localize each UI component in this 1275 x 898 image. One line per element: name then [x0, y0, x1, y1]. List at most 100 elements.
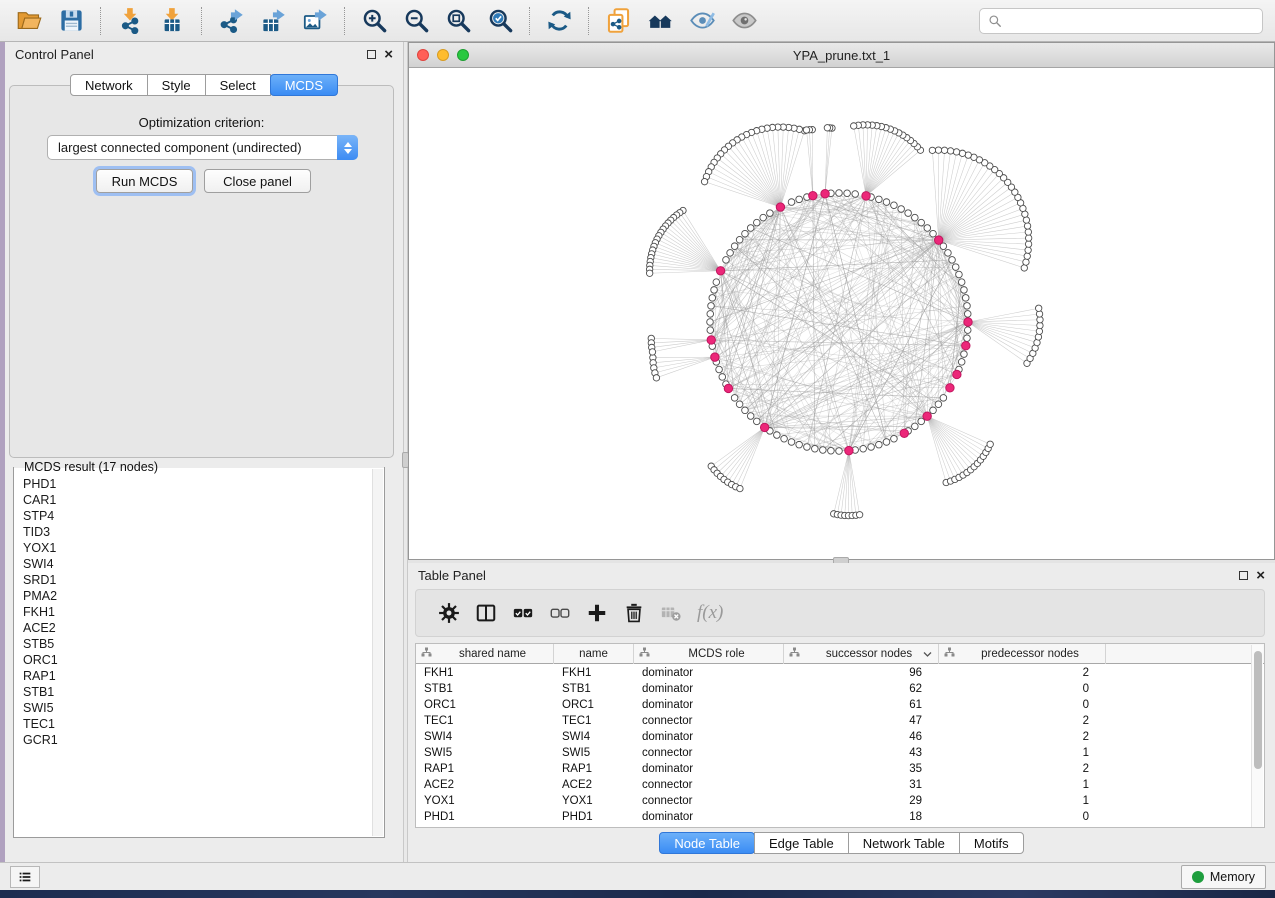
- table-cell-name[interactable]: ORC1: [554, 697, 634, 713]
- network-node[interactable]: [929, 147, 935, 153]
- network-node[interactable]: [958, 279, 965, 286]
- task-history-button[interactable]: [10, 866, 40, 888]
- table-cell-mcds_role[interactable]: dominator: [634, 665, 784, 681]
- network-node[interactable]: [820, 447, 827, 454]
- network-node[interactable]: [961, 351, 968, 358]
- network-node[interactable]: [719, 374, 726, 381]
- network-node[interactable]: [947, 148, 953, 154]
- table-cell-shared_name[interactable]: FKH1: [416, 665, 554, 681]
- network-node[interactable]: [774, 432, 781, 439]
- table-cell-mcds_role[interactable]: connector: [634, 713, 784, 729]
- network-node[interactable]: [716, 366, 723, 373]
- network-node[interactable]: [956, 271, 963, 278]
- mcds-hub-node[interactable]: [716, 267, 724, 275]
- network-node[interactable]: [646, 270, 652, 276]
- mcds-result-node[interactable]: SWI5: [23, 700, 372, 716]
- network-node[interactable]: [760, 214, 767, 221]
- network-node[interactable]: [883, 439, 890, 446]
- table-cell-successor_nodes[interactable]: 35: [784, 761, 939, 777]
- network-node[interactable]: [753, 418, 760, 425]
- network-node[interactable]: [924, 225, 931, 232]
- network-node[interactable]: [707, 311, 714, 318]
- show-all-icon[interactable]: [729, 6, 759, 36]
- table-cell-mcds_role[interactable]: connector: [634, 777, 784, 793]
- network-node[interactable]: [1025, 247, 1031, 253]
- table-row[interactable]: RAP1RAP1dominator352: [416, 761, 1264, 777]
- tab-network[interactable]: Network: [70, 74, 148, 96]
- table-cell-predecessor_nodes[interactable]: 2: [939, 665, 1106, 681]
- network-node[interactable]: [653, 375, 659, 381]
- network-node[interactable]: [952, 264, 959, 271]
- mcds-hub-node[interactable]: [934, 236, 942, 244]
- network-node[interactable]: [836, 190, 843, 197]
- network-node[interactable]: [891, 202, 898, 209]
- network-node[interactable]: [736, 401, 743, 408]
- mcds-hub-node[interactable]: [962, 342, 970, 350]
- table-cell-successor_nodes[interactable]: 96: [784, 665, 939, 681]
- table-row[interactable]: STB1STB1dominator620: [416, 681, 1264, 697]
- network-node[interactable]: [1023, 259, 1029, 265]
- scrollbar-thumb[interactable]: [1254, 651, 1262, 769]
- mcds-hub-node[interactable]: [946, 384, 954, 392]
- mcds-hub-node[interactable]: [900, 429, 908, 437]
- network-node[interactable]: [905, 210, 912, 217]
- mcds-result-node[interactable]: FKH1: [23, 604, 372, 620]
- network-node[interactable]: [1025, 235, 1031, 241]
- network-graph[interactable]: [409, 68, 1274, 559]
- network-node[interactable]: [804, 444, 811, 451]
- mcds-result-node[interactable]: STP4: [23, 508, 372, 524]
- table-cell-mcds_role[interactable]: dominator: [634, 729, 784, 745]
- column-header-successor-nodes[interactable]: successor nodes: [784, 644, 939, 664]
- table-cell-successor_nodes[interactable]: 46: [784, 729, 939, 745]
- network-node[interactable]: [961, 287, 968, 294]
- network-node[interactable]: [707, 327, 714, 334]
- table-row[interactable]: SWI5SWI5connector431: [416, 745, 1264, 761]
- network-node[interactable]: [852, 191, 859, 198]
- network-node[interactable]: [962, 295, 969, 302]
- mcds-hub-node[interactable]: [809, 191, 817, 199]
- mcds-hub-node[interactable]: [711, 353, 719, 361]
- table-row[interactable]: TEC1TEC1connector472: [416, 713, 1264, 729]
- table-cell-mcds_role[interactable]: dominator: [634, 809, 784, 825]
- network-node[interactable]: [747, 413, 754, 420]
- network-node[interactable]: [1025, 241, 1031, 247]
- network-node[interactable]: [964, 327, 971, 334]
- first-neighbors-icon[interactable]: [645, 6, 675, 36]
- network-node[interactable]: [898, 206, 905, 213]
- network-node[interactable]: [731, 395, 738, 402]
- network-node[interactable]: [742, 230, 749, 237]
- mcds-hub-node[interactable]: [724, 384, 732, 392]
- mcds-hub-node[interactable]: [707, 336, 715, 344]
- tab-motifs[interactable]: Motifs: [959, 832, 1024, 854]
- table-cell-shared_name[interactable]: YOX1: [416, 793, 554, 809]
- network-node[interactable]: [742, 407, 749, 414]
- mcds-hub-node[interactable]: [862, 192, 870, 200]
- network-node[interactable]: [727, 250, 734, 257]
- network-node[interactable]: [987, 441, 993, 447]
- mcds-hub-node[interactable]: [845, 446, 853, 454]
- network-node[interactable]: [753, 219, 760, 226]
- table-cell-predecessor_nodes[interactable]: 1: [939, 777, 1106, 793]
- mcds-result-list[interactable]: PHD1CAR1STP4TID3YOX1SWI4SRD1PMA2FKH1ACE2…: [15, 476, 372, 835]
- network-node[interactable]: [1024, 253, 1030, 259]
- network-node[interactable]: [708, 303, 715, 310]
- network-node[interactable]: [941, 147, 947, 153]
- network-node[interactable]: [891, 435, 898, 442]
- table-cell-name[interactable]: PHD1: [554, 809, 634, 825]
- network-titlebar[interactable]: YPA_prune.txt_1: [409, 43, 1274, 68]
- import-table-icon[interactable]: [157, 6, 187, 36]
- table-row[interactable]: PHD1PHD1dominator180: [416, 809, 1264, 825]
- tab-edge-table[interactable]: Edge Table: [754, 832, 849, 854]
- zoom-out-icon[interactable]: [401, 6, 431, 36]
- network-node[interactable]: [964, 311, 971, 318]
- network-node[interactable]: [959, 150, 965, 156]
- deselect-all-icon[interactable]: [548, 601, 572, 625]
- table-cell-predecessor_nodes[interactable]: 0: [939, 697, 1106, 713]
- tab-node-table[interactable]: Node Table: [659, 832, 755, 854]
- table-cell-successor_nodes[interactable]: 62: [784, 681, 939, 697]
- float-panel-icon[interactable]: [367, 50, 376, 59]
- network-node[interactable]: [856, 512, 862, 518]
- table-row[interactable]: YOX1YOX1connector291: [416, 793, 1264, 809]
- network-node[interactable]: [788, 199, 795, 206]
- table-cell-successor_nodes[interactable]: 18: [784, 809, 939, 825]
